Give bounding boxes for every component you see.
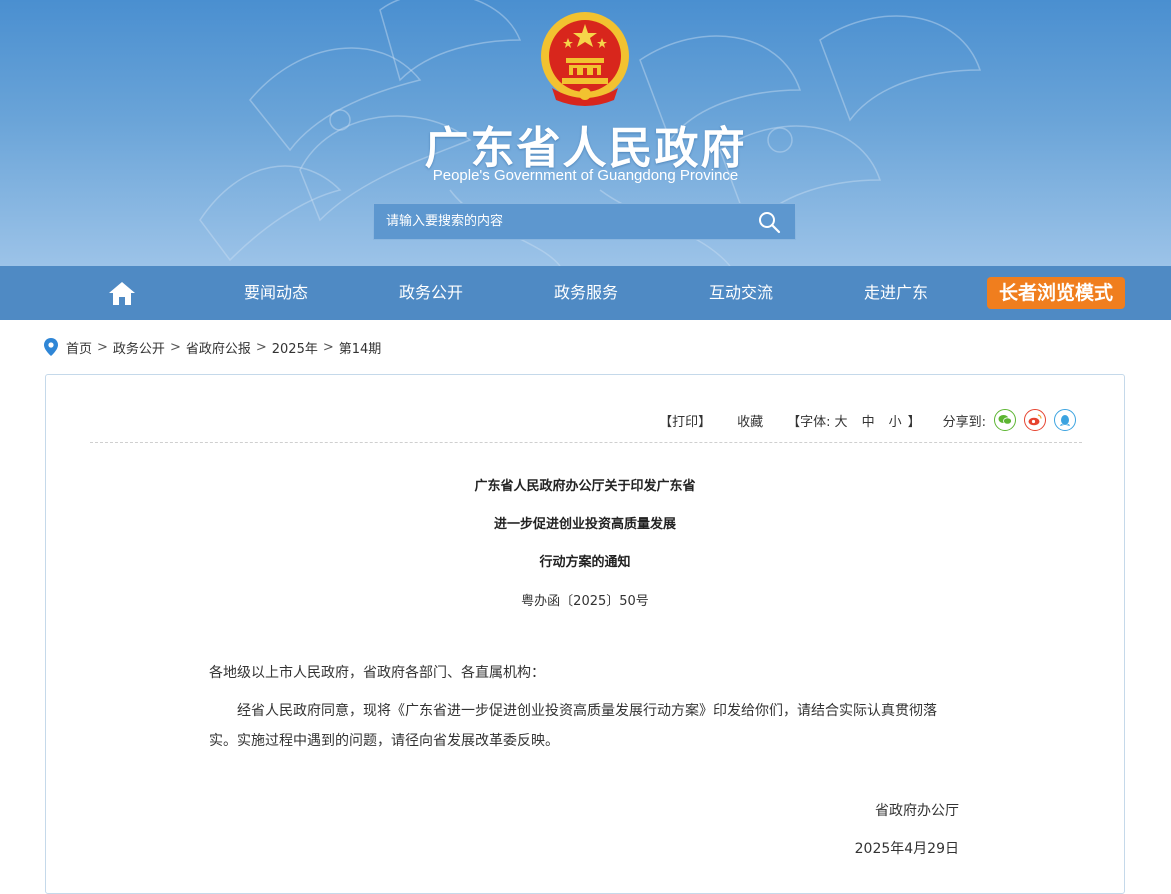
font-large-button[interactable]: 大 xyxy=(835,411,848,430)
breadcrumb-government-affairs[interactable]: 政务公开 xyxy=(113,338,165,357)
document-title-line-2: 进一步促进创业投资高质量发展 xyxy=(493,517,676,532)
toolbar-divider xyxy=(90,442,1082,443)
font-medium-button[interactable]: 中 xyxy=(862,411,875,430)
main-nav: 要闻动态 政务公开 政务服务 互动交流 走进广东 长者浏览模式 xyxy=(0,266,1171,320)
breadcrumb-separator: > xyxy=(255,339,267,355)
qq-icon xyxy=(1060,414,1070,426)
elder-mode-button[interactable]: 长者浏览模式 xyxy=(987,277,1125,309)
breadcrumb-issue[interactable]: 第14期 xyxy=(339,338,382,357)
share-weibo-button[interactable] xyxy=(1024,409,1046,431)
document-date: 2025年4月29日 xyxy=(854,841,959,857)
wechat-icon xyxy=(998,415,1012,425)
breadcrumb: 首页 > 政务公开 > 省政府公报 > 2025年 > 第14期 xyxy=(44,336,381,358)
search-input[interactable] xyxy=(374,204,744,239)
document-issuer: 省政府办公厅 xyxy=(875,803,959,819)
breadcrumb-separator: > xyxy=(97,339,108,355)
document-salutation: 各地级以上市人民政府，省政府各部门、各直属机构： xyxy=(209,665,545,681)
share-qq-button[interactable] xyxy=(1054,409,1076,431)
font-size-suffix: 】 xyxy=(907,414,921,430)
location-pin-icon xyxy=(44,338,58,356)
document-body: 经省人民政府同意，现将《广东省进一步促进创业投资高质量发展行动方案》印发给你们，… xyxy=(209,703,937,749)
document-title-line-3: 行动方案的通知 xyxy=(539,555,631,570)
share-label: 分享到: xyxy=(942,414,986,430)
breadcrumb-home[interactable]: 首页 xyxy=(66,338,92,357)
font-size-prefix: 【字体: xyxy=(787,414,831,430)
nav-item-services[interactable]: 政务服务 xyxy=(526,266,646,320)
document-title-line-1: 广东省人民政府办公厅关于印发广东省 xyxy=(474,479,696,494)
search-button[interactable] xyxy=(743,204,795,239)
home-icon[interactable] xyxy=(108,280,136,306)
breadcrumb-gazette[interactable]: 省政府公报 xyxy=(186,338,251,357)
favorite-button[interactable]: 收藏 xyxy=(737,411,763,430)
weibo-icon xyxy=(1028,414,1042,426)
nav-item-government-affairs[interactable]: 政务公开 xyxy=(371,266,491,320)
national-emblem-icon xyxy=(541,12,629,106)
site-subtitle: People's Government of Guangdong Provinc… xyxy=(432,167,739,184)
breadcrumb-separator: > xyxy=(322,339,334,355)
header-banner: 广东省人民政府 People's Government of Guangdong… xyxy=(0,0,1171,266)
article-toolbar: 【打印】 收藏 【字体: 大 中 小 】 分享到: xyxy=(659,405,1076,435)
nav-item-interaction[interactable]: 互动交流 xyxy=(681,266,801,320)
print-button[interactable]: 【打印】 xyxy=(659,411,711,430)
search-box xyxy=(373,203,796,240)
nav-item-news[interactable]: 要闻动态 xyxy=(216,266,336,320)
article-panel: 【打印】 收藏 【字体: 大 中 小 】 分享到: 广东省人民政府办公厅关于印发… xyxy=(45,374,1125,894)
nav-item-about-guangdong[interactable]: 走进广东 xyxy=(836,266,956,320)
search-icon xyxy=(759,211,781,233)
font-small-button[interactable]: 小 xyxy=(889,411,902,430)
breadcrumb-year[interactable]: 2025年 xyxy=(272,338,318,357)
document-number: 粤办函〔2025〕50号 xyxy=(521,594,649,609)
breadcrumb-separator: > xyxy=(169,339,181,355)
share-wechat-button[interactable] xyxy=(994,409,1016,431)
